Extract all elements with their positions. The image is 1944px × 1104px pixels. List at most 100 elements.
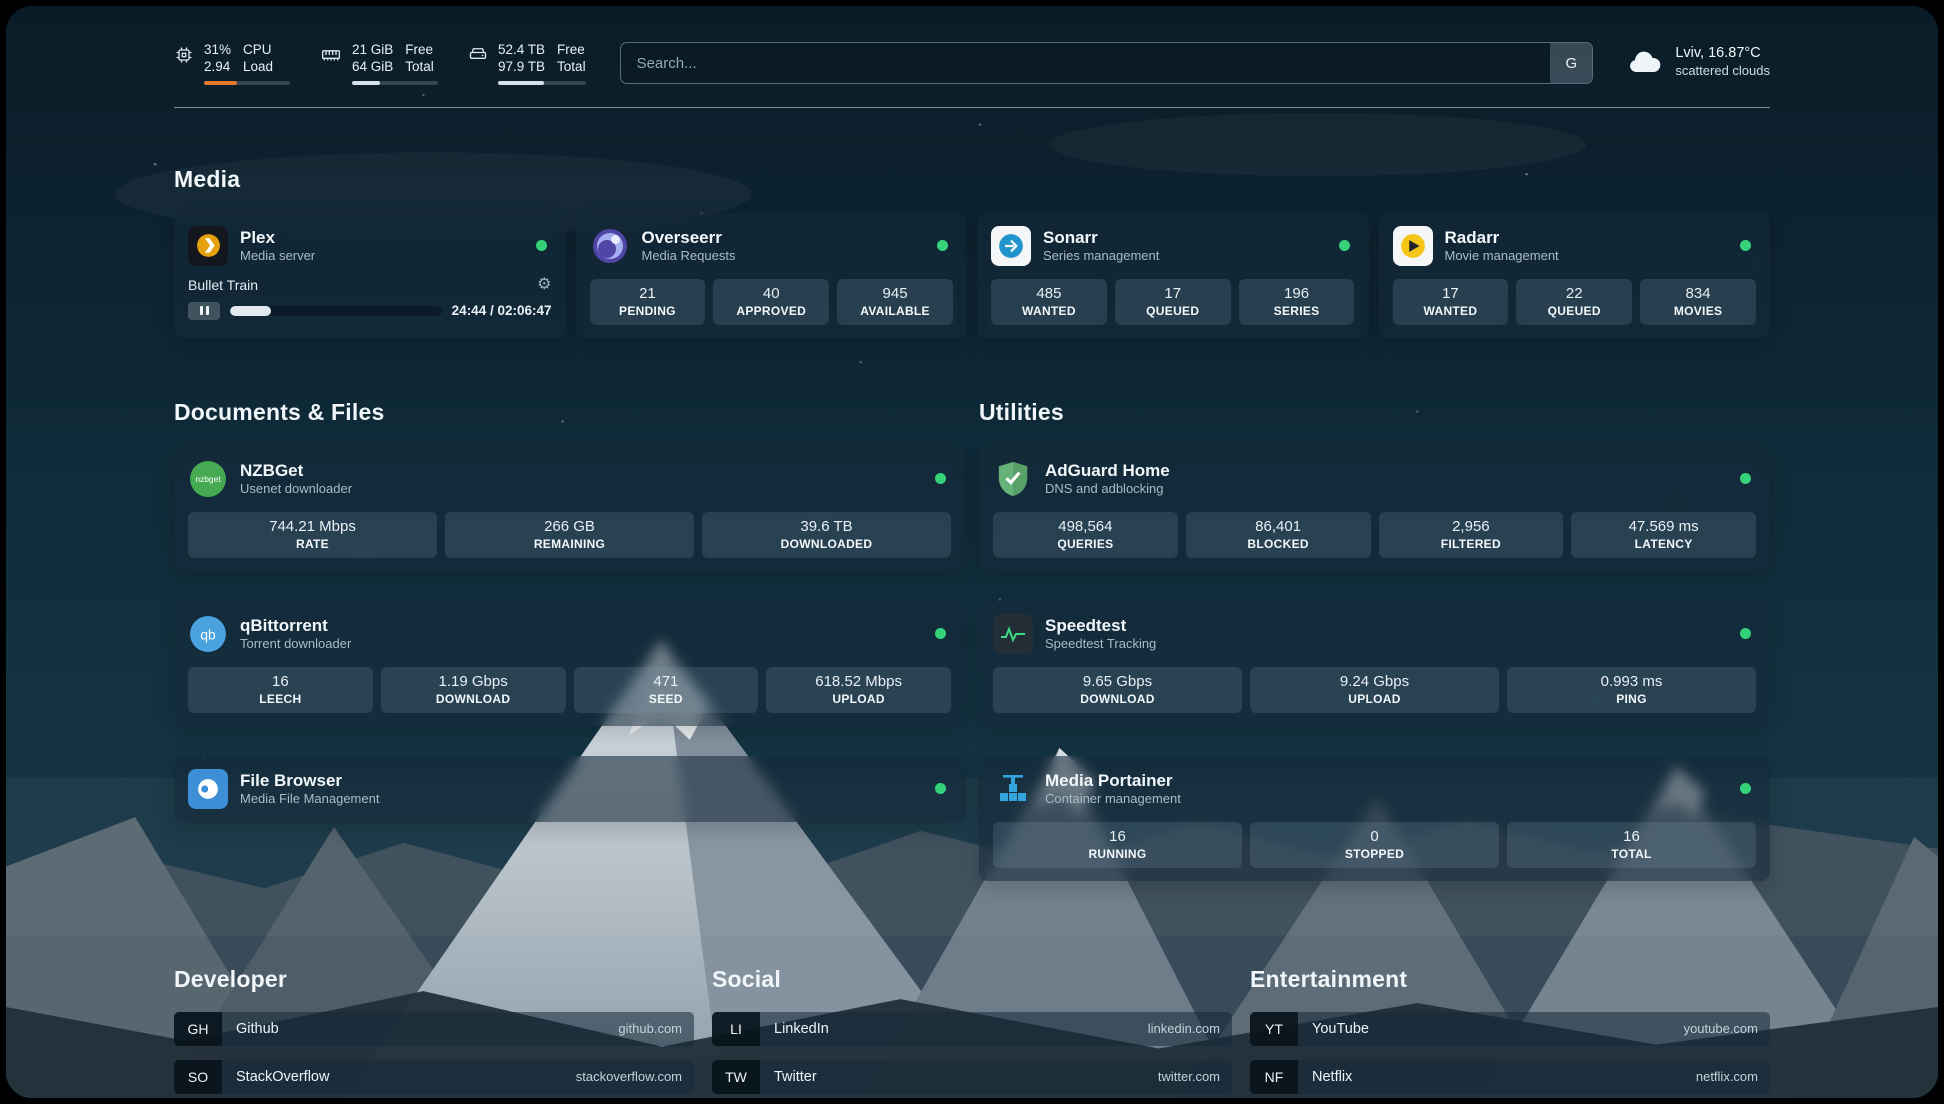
bookmark-name: YouTube	[1312, 1021, 1369, 1037]
bookmark-group-social: Social LI LinkedIn linkedin.com TW Twitt…	[712, 947, 1232, 1098]
bookmark-github[interactable]: GH Github github.com	[174, 1012, 694, 1046]
gear-icon[interactable]	[537, 277, 551, 293]
status-indicator	[935, 783, 946, 794]
bookmark-twitter[interactable]: TW Twitter twitter.com	[712, 1060, 1232, 1094]
bookmark-url: linkedin.com	[1148, 1021, 1220, 1036]
disk-widget: 52.4 TB 97.9 TB Free Total	[468, 42, 586, 85]
adguard-icon	[993, 459, 1033, 499]
weather-condition: scattered clouds	[1675, 63, 1770, 80]
search-input[interactable]	[621, 43, 1551, 83]
status-indicator	[1740, 240, 1751, 251]
service-name: Overseerr	[642, 227, 736, 248]
bookmark-url: netflix.com	[1696, 1069, 1758, 1084]
stat-tile: 9.24 GbpsUPLOAD	[1250, 667, 1499, 713]
service-card-overseerr[interactable]: Overseerr Media Requests 21PENDING 40APP…	[576, 213, 968, 338]
bookmark-abbr: TW	[712, 1060, 760, 1094]
disk-icon	[468, 45, 488, 65]
section-title-documents: Documents & Files	[174, 399, 965, 426]
bookmark-name: Twitter	[774, 1069, 817, 1085]
search-engine-button[interactable]: G	[1550, 43, 1592, 83]
service-card-portainer[interactable]: Media Portainer Container management 16R…	[979, 756, 1770, 881]
bookmark-linkedin[interactable]: LI LinkedIn linkedin.com	[712, 1012, 1232, 1046]
cpu-usage-fill	[204, 81, 237, 85]
disk-total-value: 97.9 TB	[498, 59, 545, 76]
bookmark-stackoverflow[interactable]: SO StackOverflow stackoverflow.com	[174, 1060, 694, 1094]
service-card-qbittorrent[interactable]: qb qBittorrent Torrent downloader 16LEEC…	[174, 601, 965, 726]
bookmark-group-entertainment: Entertainment YT YouTube youtube.com NF …	[1250, 947, 1770, 1098]
stat-tile: 834MOVIES	[1640, 279, 1756, 325]
status-indicator	[1740, 783, 1751, 794]
dashboard: 31% 2.94 CPU Load	[6, 6, 1938, 1098]
playback-progress-bar[interactable]	[230, 306, 442, 316]
stat-tile: 744.21 MbpsRATE	[188, 512, 437, 558]
svg-text:qb: qb	[200, 627, 216, 642]
service-card-filebrowser[interactable]: File Browser Media File Management	[174, 756, 965, 822]
service-card-radarr[interactable]: Radarr Movie management 17WANTED 22QUEUE…	[1379, 213, 1771, 338]
stat-tile: 17WANTED	[1393, 279, 1509, 325]
bookmark-abbr: SO	[174, 1060, 222, 1094]
bookmark-abbr: LI	[712, 1012, 760, 1046]
bookmark-netflix[interactable]: NF Netflix netflix.com	[1250, 1060, 1770, 1094]
section-title-media: Media	[174, 166, 1770, 193]
section-title-entertainment: Entertainment	[1250, 966, 1770, 993]
disk-usage-fill	[498, 81, 544, 85]
service-card-speedtest[interactable]: Speedtest Speedtest Tracking 9.65 GbpsDO…	[979, 601, 1770, 726]
bookmark-url: youtube.com	[1684, 1021, 1758, 1036]
ram-icon	[320, 45, 342, 65]
section-utilities: Utilities AdGuard Home DNS and adblockin…	[979, 380, 1770, 881]
service-card-plex[interactable]: Plex Media server Bullet Train	[174, 213, 566, 338]
service-description: Usenet downloader	[240, 481, 352, 497]
cpu-widget: 31% 2.94 CPU Load	[174, 42, 290, 85]
service-description: Series management	[1043, 248, 1159, 264]
weather-widget: Lviv, 16.87°C scattered clouds	[1627, 42, 1770, 80]
service-name: Radarr	[1445, 227, 1559, 248]
bookmark-url: github.com	[618, 1021, 682, 1036]
service-card-sonarr[interactable]: Sonarr Series management 485WANTED 17QUE…	[977, 213, 1369, 338]
stat-tile: 16LEECH	[188, 667, 373, 713]
bookmarks: Developer GH Github github.com SO StackO…	[174, 947, 1770, 1098]
bookmark-abbr: NF	[1250, 1060, 1298, 1094]
plex-icon	[188, 226, 228, 266]
status-indicator	[935, 628, 946, 639]
disk-usage-bar	[498, 81, 586, 85]
stat-tile: 2,956FILTERED	[1379, 512, 1564, 558]
overseerr-icon	[590, 226, 630, 266]
service-card-adguard[interactable]: AdGuard Home DNS and adblocking 498,564Q…	[979, 446, 1770, 571]
stat-tile: 9.65 GbpsDOWNLOAD	[993, 667, 1242, 713]
bookmark-name: StackOverflow	[236, 1069, 329, 1085]
service-description: Torrent downloader	[240, 636, 351, 652]
topbar-divider	[174, 107, 1770, 108]
pause-button[interactable]	[188, 302, 220, 320]
status-indicator	[935, 473, 946, 484]
service-description: Container management	[1045, 791, 1181, 807]
status-indicator	[1339, 240, 1350, 251]
ram-widget: 21 GiB 64 GiB Free Total	[320, 42, 438, 85]
section-title-utilities: Utilities	[979, 399, 1770, 426]
bookmark-name: Netflix	[1312, 1069, 1352, 1085]
bookmark-youtube[interactable]: YT YouTube youtube.com	[1250, 1012, 1770, 1046]
cpu-load-value: 2.94	[204, 59, 231, 76]
bookmark-url: stackoverflow.com	[576, 1069, 682, 1084]
service-card-nzbget[interactable]: nzbget NZBGet Usenet downloader 744.21 M…	[174, 446, 965, 571]
stat-tile: 0.993 msPING	[1507, 667, 1756, 713]
ram-total-label: Total	[405, 59, 434, 76]
media-grid: Plex Media server Bullet Train	[174, 213, 1770, 338]
stat-tile: 39.6 TBDOWNLOADED	[702, 512, 951, 558]
stat-tile: 16TOTAL	[1507, 822, 1756, 868]
stat-tile: 498,564QUERIES	[993, 512, 1178, 558]
service-description: Speedtest Tracking	[1045, 636, 1156, 652]
service-name: Plex	[240, 227, 315, 248]
status-indicator	[1740, 628, 1751, 639]
section-title-social: Social	[712, 966, 1232, 993]
search-bar: G	[620, 42, 1594, 84]
service-description: DNS and adblocking	[1045, 481, 1170, 497]
service-name: NZBGet	[240, 460, 352, 481]
status-indicator	[1740, 473, 1751, 484]
portainer-icon	[993, 769, 1033, 809]
ram-usage-bar	[352, 81, 438, 85]
cpu-usage-bar	[204, 81, 290, 85]
system-stats: 31% 2.94 CPU Load	[174, 42, 586, 85]
nzbget-icon: nzbget	[188, 459, 228, 499]
status-indicator	[536, 240, 547, 251]
stat-tile: 485WANTED	[991, 279, 1107, 325]
